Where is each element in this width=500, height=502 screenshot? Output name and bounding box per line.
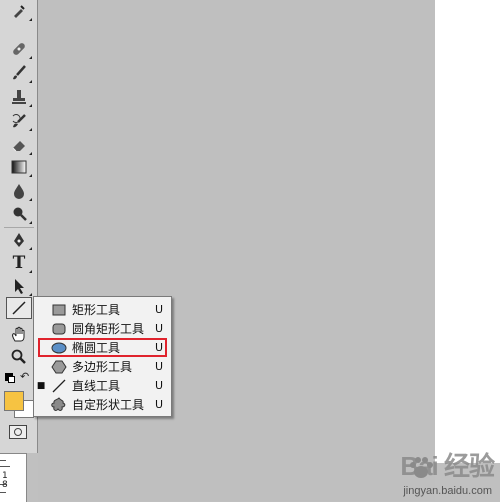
swap-colors-icon[interactable]: ↶ bbox=[20, 370, 29, 383]
document-canvas[interactable] bbox=[435, 0, 500, 463]
canvas-workspace[interactable] bbox=[38, 0, 435, 501]
rounded-rectangle-icon bbox=[52, 323, 66, 334]
menu-item-rounded-rectangle-tool[interactable]: 圆角矩形工具 U bbox=[34, 319, 171, 338]
type-tool-button[interactable]: T bbox=[6, 252, 32, 274]
ruler-number: 1 8 bbox=[2, 471, 8, 490]
magnifier-icon bbox=[11, 349, 26, 364]
brush-icon bbox=[13, 65, 26, 80]
pen-tool-button[interactable] bbox=[6, 229, 32, 251]
eyedropper-tool-button[interactable] bbox=[6, 0, 32, 22]
drop-icon bbox=[14, 184, 24, 199]
zoom-tool-button[interactable] bbox=[6, 346, 32, 368]
line-tool-button[interactable] bbox=[6, 297, 32, 319]
foreground-color-swatch[interactable] bbox=[4, 391, 24, 411]
watermark-url: jingyan.baidu.com bbox=[403, 485, 492, 497]
stamp-icon bbox=[12, 90, 26, 104]
polygon-icon bbox=[51, 360, 67, 373]
custom-shape-icon bbox=[51, 396, 66, 411]
clone-stamp-tool-button[interactable] bbox=[6, 86, 32, 108]
hand-tool-button[interactable] bbox=[6, 323, 32, 345]
annotation-highlight-box bbox=[38, 338, 167, 357]
blur-tool-button[interactable] bbox=[6, 180, 32, 202]
menu-item-rectangle-tool[interactable]: 矩形工具 U bbox=[34, 300, 171, 319]
eyedropper-icon bbox=[14, 5, 25, 18]
vertical-ruler: 1 8 bbox=[0, 453, 27, 502]
gradient-icon bbox=[11, 160, 27, 174]
line-icon bbox=[12, 301, 26, 315]
current-tool-bullet: ■ bbox=[36, 380, 46, 391]
eraser-tool-button[interactable] bbox=[6, 134, 32, 156]
menu-item-label: 自定形状工具 bbox=[72, 398, 145, 412]
menu-item-label: 矩形工具 bbox=[72, 303, 121, 317]
menu-item-shortcut: U bbox=[155, 322, 164, 335]
rectangle-icon bbox=[52, 304, 66, 315]
line-icon bbox=[52, 379, 66, 392]
menu-item-label: 多边形工具 bbox=[72, 360, 133, 374]
default-colors-icon[interactable] bbox=[5, 373, 15, 383]
quick-mask-icon bbox=[14, 428, 22, 436]
dodge-icon bbox=[13, 207, 27, 221]
hand-icon bbox=[12, 326, 25, 342]
history-brush-icon bbox=[12, 114, 26, 128]
menu-item-shortcut: U bbox=[155, 379, 164, 392]
pen-icon bbox=[14, 233, 24, 247]
brush-tool-button[interactable] bbox=[6, 62, 32, 84]
history-brush-tool-button[interactable] bbox=[6, 110, 32, 132]
menu-item-line-tool[interactable]: ■ 直线工具 U bbox=[34, 376, 171, 395]
path-selection-tool-button[interactable] bbox=[6, 275, 32, 297]
dodge-tool-button[interactable] bbox=[6, 203, 32, 225]
healing-brush-tool-button[interactable] bbox=[6, 38, 32, 60]
bandage-icon bbox=[13, 43, 25, 55]
menu-item-polygon-tool[interactable]: 多边形工具 U bbox=[34, 357, 171, 376]
gradient-tool-button[interactable] bbox=[6, 156, 32, 178]
menu-item-shortcut: U bbox=[155, 398, 164, 411]
menu-item-custom-shape-tool[interactable]: 自定形状工具 U bbox=[34, 395, 171, 414]
watermark-brand: Bai 经验 bbox=[400, 451, 495, 481]
menu-item-label: 直线工具 bbox=[72, 379, 121, 393]
type-icon: T bbox=[12, 253, 26, 273]
eraser-icon bbox=[12, 141, 25, 152]
arrow-pointer-icon bbox=[15, 279, 24, 294]
menu-item-shortcut: U bbox=[155, 303, 164, 316]
menu-item-shortcut: U bbox=[155, 360, 164, 373]
quick-mask-button[interactable] bbox=[9, 425, 27, 439]
menu-item-label: 圆角矩形工具 bbox=[72, 322, 145, 336]
